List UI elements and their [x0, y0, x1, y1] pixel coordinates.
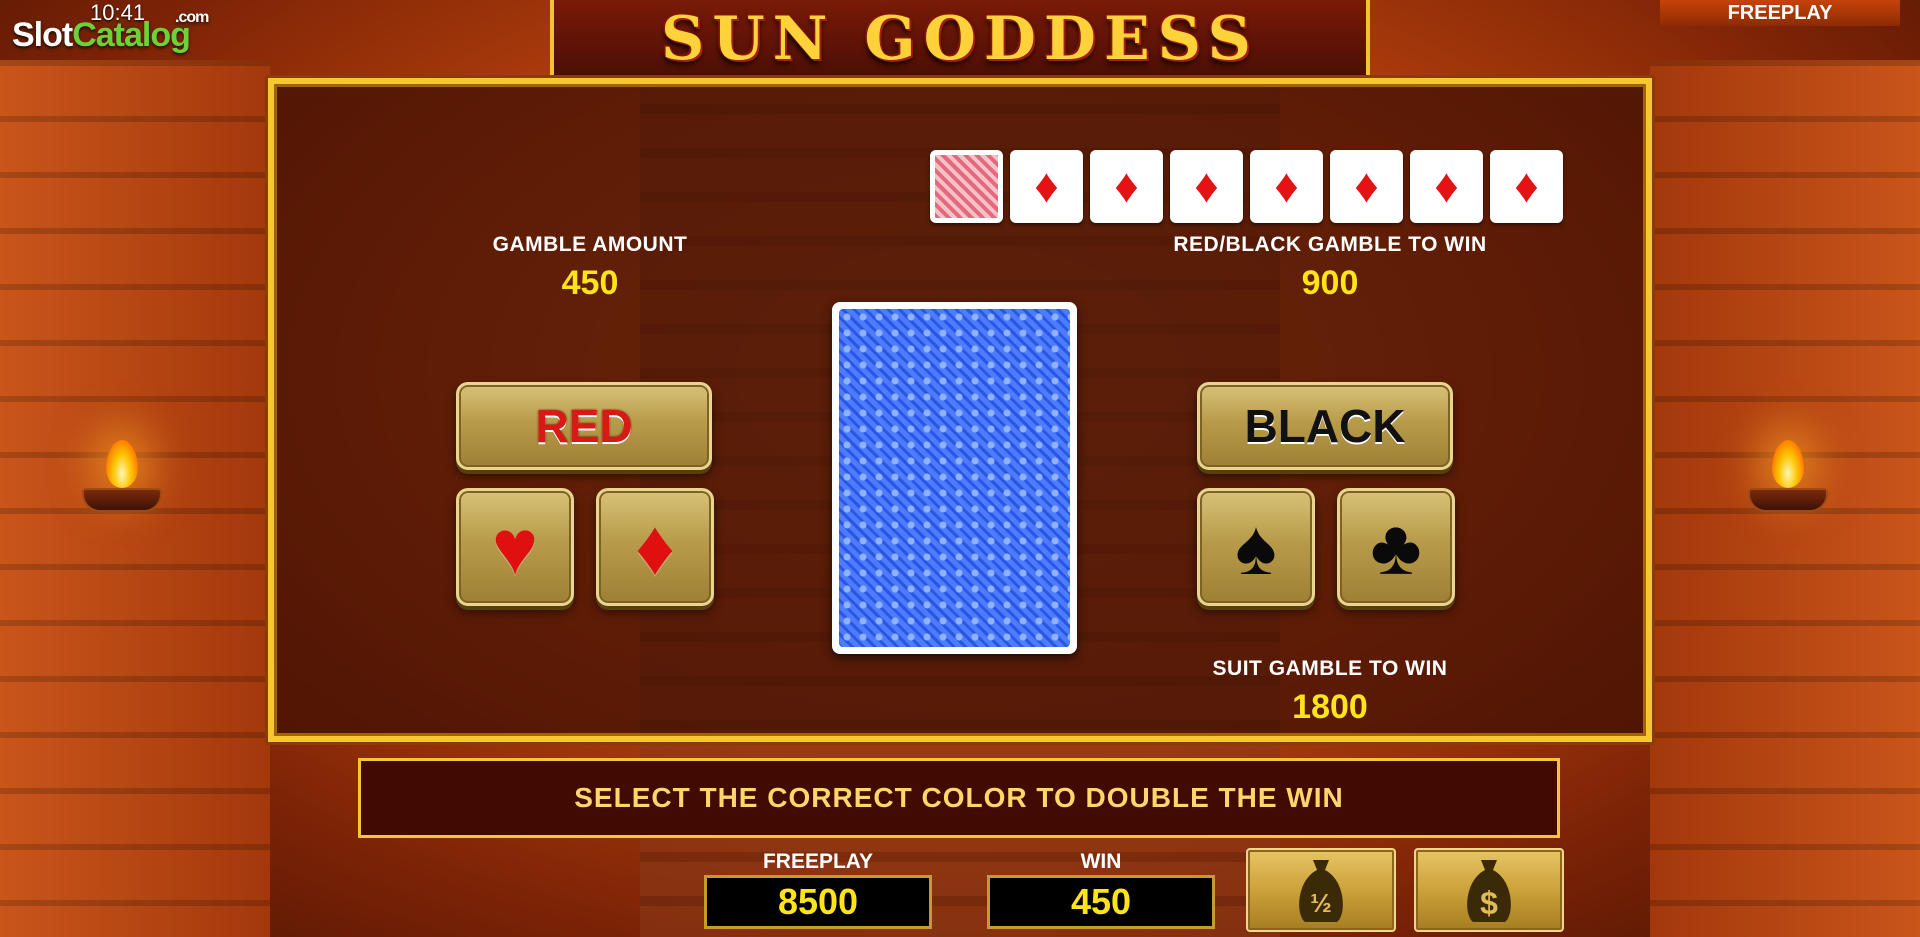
torch-left-icon [82, 440, 162, 530]
history-card-diamond-icon: ♦ [1170, 150, 1243, 223]
history-card-diamond-icon: ♦ [1250, 150, 1323, 223]
card-history: ♦ ♦ ♦ ♦ ♦ ♦ ♦ [930, 150, 1563, 223]
spade-icon: ♠ [1235, 503, 1277, 591]
color-gamble-value: 900 [1301, 264, 1359, 302]
heart-icon: ♥ [491, 503, 539, 591]
gamble-amount-value: 450 [561, 264, 619, 302]
gamble-amount-label: GAMBLE AMOUNT [492, 233, 688, 256]
svg-text:$: $ [1480, 885, 1498, 921]
suit-gamble-label: SUIT GAMBLE TO WIN [1212, 657, 1448, 680]
color-gamble-label: RED/BLACK GAMBLE TO WIN [1173, 233, 1487, 256]
collect-all-button[interactable]: $ [1414, 848, 1564, 932]
collect-half-button[interactable]: ½ [1246, 848, 1396, 932]
freeplay-label: FREEPLAY [762, 850, 874, 873]
black-button[interactable]: BLACK [1197, 382, 1453, 470]
history-card-diamond-icon: ♦ [1330, 150, 1403, 223]
spades-button[interactable]: ♠ [1197, 488, 1315, 606]
club-icon: ♣ [1370, 503, 1422, 591]
freeplay-balance: 8500 [704, 875, 932, 929]
game-title: SUN GODDESS [660, 4, 1260, 74]
watermark-logo: SlotCatalog .com [12, 9, 209, 54]
gamble-card-face-down [832, 302, 1077, 654]
history-card-diamond-icon: ♦ [1010, 150, 1083, 223]
win-label: WIN [1080, 850, 1122, 873]
suit-gamble-value: 1800 [1292, 688, 1368, 726]
money-bag-half-icon: ½ [1299, 860, 1343, 922]
history-card-diamond-icon: ♦ [1410, 150, 1483, 223]
history-card-back [930, 150, 1003, 223]
freeplay-mode-badge: FREEPLAY [1660, 0, 1900, 26]
history-card-diamond-icon: ♦ [1090, 150, 1163, 223]
diamond-icon: ♦ [635, 503, 675, 591]
hearts-button[interactable]: ♥ [456, 488, 574, 606]
win-amount: 450 [987, 875, 1215, 929]
red-button[interactable]: RED [456, 382, 712, 470]
instruction-message: SELECT THE CORRECT COLOR TO DOUBLE THE W… [358, 758, 1560, 838]
torch-right-icon [1748, 440, 1828, 530]
money-bag-dollar-icon: $ [1467, 860, 1511, 922]
diamonds-button[interactable]: ♦ [596, 488, 714, 606]
history-card-diamond-icon: ♦ [1490, 150, 1563, 223]
svg-text:½: ½ [1310, 888, 1332, 918]
game-title-banner: SUN GODDESS [550, 0, 1370, 82]
clubs-button[interactable]: ♣ [1337, 488, 1455, 606]
